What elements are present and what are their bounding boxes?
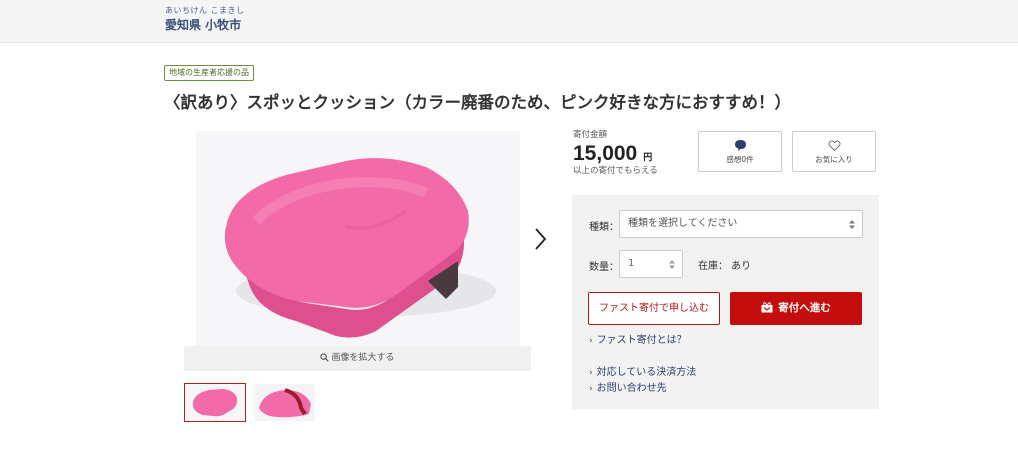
quantity-label: 数量： xyxy=(589,262,619,273)
favorite-button[interactable]: お気に入り xyxy=(792,131,876,172)
speech-bubble-icon xyxy=(734,140,746,151)
zoom-label: 画像を拡大する xyxy=(331,353,395,363)
stock-status: 在庫： あり xyxy=(698,261,752,272)
amount-unit: 円 xyxy=(643,153,653,163)
contact-link[interactable]: › お問い合わせ先 xyxy=(589,379,667,394)
product-main-image[interactable] xyxy=(196,131,520,346)
chevron-right-icon: › xyxy=(589,336,593,346)
fast-donation-info-text: ファスト寄付とは？ xyxy=(596,335,687,346)
chevron-right-icon[interactable] xyxy=(532,226,548,252)
gift-box-icon xyxy=(761,301,773,312)
amount-value: 15,000 xyxy=(573,142,638,165)
magnifier-icon xyxy=(320,353,330,362)
thumbnail-2[interactable] xyxy=(254,383,316,422)
zoom-image-bar[interactable]: 画像を拡大する xyxy=(184,346,531,371)
favorite-label: お気に入り xyxy=(815,155,853,164)
contact-text: お問い合わせ先 xyxy=(596,383,667,394)
review-count-label: 感想0件 xyxy=(726,155,754,164)
quantity-value: 1 xyxy=(628,258,635,269)
chevron-right-icon: › xyxy=(589,368,593,378)
fast-donation-info-link[interactable]: › ファスト寄付とは？ xyxy=(589,331,687,346)
type-select[interactable]: 種類を選択してください xyxy=(619,210,863,238)
select-updown-icon xyxy=(669,260,675,269)
review-button[interactable]: 感想0件 xyxy=(698,131,782,172)
producer-support-badge: 地域の生産者応援の品 xyxy=(164,65,254,81)
municipality[interactable]: あいちけん こまきし 愛知県 小牧市 xyxy=(165,6,245,33)
type-label: 種類： xyxy=(589,222,619,233)
site-header: あいちけん こまきし 愛知県 小牧市 xyxy=(0,0,1018,43)
amount-label: 寄付金額 xyxy=(573,130,608,140)
type-select-placeholder: 種類を選択してください xyxy=(628,218,738,229)
payment-methods-text: 対応している決済方法 xyxy=(596,367,697,378)
fast-donation-button[interactable]: ファスト寄付で申し込む xyxy=(588,292,720,325)
donate-button-label: 寄付へ進む xyxy=(778,302,831,314)
heart-icon xyxy=(828,140,840,152)
chevron-right-icon: › xyxy=(589,384,593,394)
municipality-name[interactable]: 愛知県 小牧市 xyxy=(165,17,245,33)
amount-note: 以上の寄付でもらえる xyxy=(573,166,658,176)
municipality-kana: あいちけん こまきし xyxy=(165,6,245,15)
product-title: 〈訳あり〉スポッとクッション（カラー廃番のため、ピンク好きな方におすすめ！） xyxy=(164,93,791,112)
quantity-select[interactable]: 1 xyxy=(619,250,683,278)
select-updown-icon xyxy=(849,220,855,229)
donation-amount: 寄付金額 15,000 円 以上の寄付でもらえる xyxy=(573,130,658,177)
payment-methods-link[interactable]: › 対応している決済方法 xyxy=(589,363,696,378)
thumbnail-1[interactable] xyxy=(184,383,246,422)
proceed-to-donate-button[interactable]: 寄付へ進む xyxy=(730,292,862,325)
